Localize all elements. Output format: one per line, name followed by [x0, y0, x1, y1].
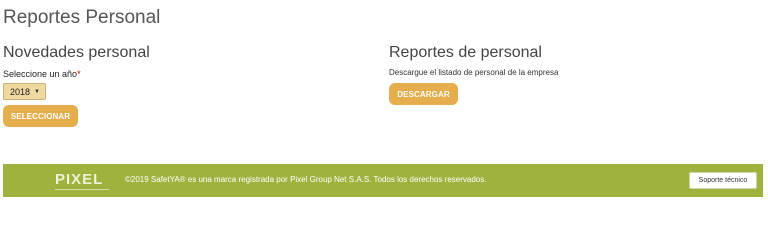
novedades-section: Novedades personal Seleccione un año* 20… [3, 44, 373, 127]
required-mark: * [77, 69, 81, 79]
novedades-title: Novedades personal [3, 44, 150, 61]
page-title: Reportes Personal [3, 7, 161, 28]
support-button[interactable]: Soporte técnico [689, 172, 757, 189]
caret-down-icon: ▼ [34, 88, 40, 95]
reportes-description: Descargue el listado de personal de la e… [389, 68, 559, 77]
reportes-section: Reportes de personal Descargue el listad… [389, 44, 759, 105]
year-select-value: 2018 [10, 86, 31, 97]
download-button[interactable]: DESCARGAR [389, 83, 458, 105]
year-label: Seleccione un año* [3, 69, 373, 80]
footer: PIXEL ©2019 SafetYA® es una marca regist… [3, 164, 763, 197]
copyright-text: ©2019 SafetYA® es una marca registrada p… [125, 175, 487, 184]
select-button[interactable]: SELECCIONAR [3, 105, 78, 127]
year-select[interactable]: 2018 ▼ [3, 83, 46, 100]
page: Reportes Personal Novedades personal Sel… [0, 0, 768, 218]
reportes-title: Reportes de personal [389, 44, 542, 61]
pixel-logo: PIXEL [55, 171, 104, 188]
year-label-text: Seleccione un año [3, 69, 78, 79]
logo-underline [55, 189, 109, 190]
